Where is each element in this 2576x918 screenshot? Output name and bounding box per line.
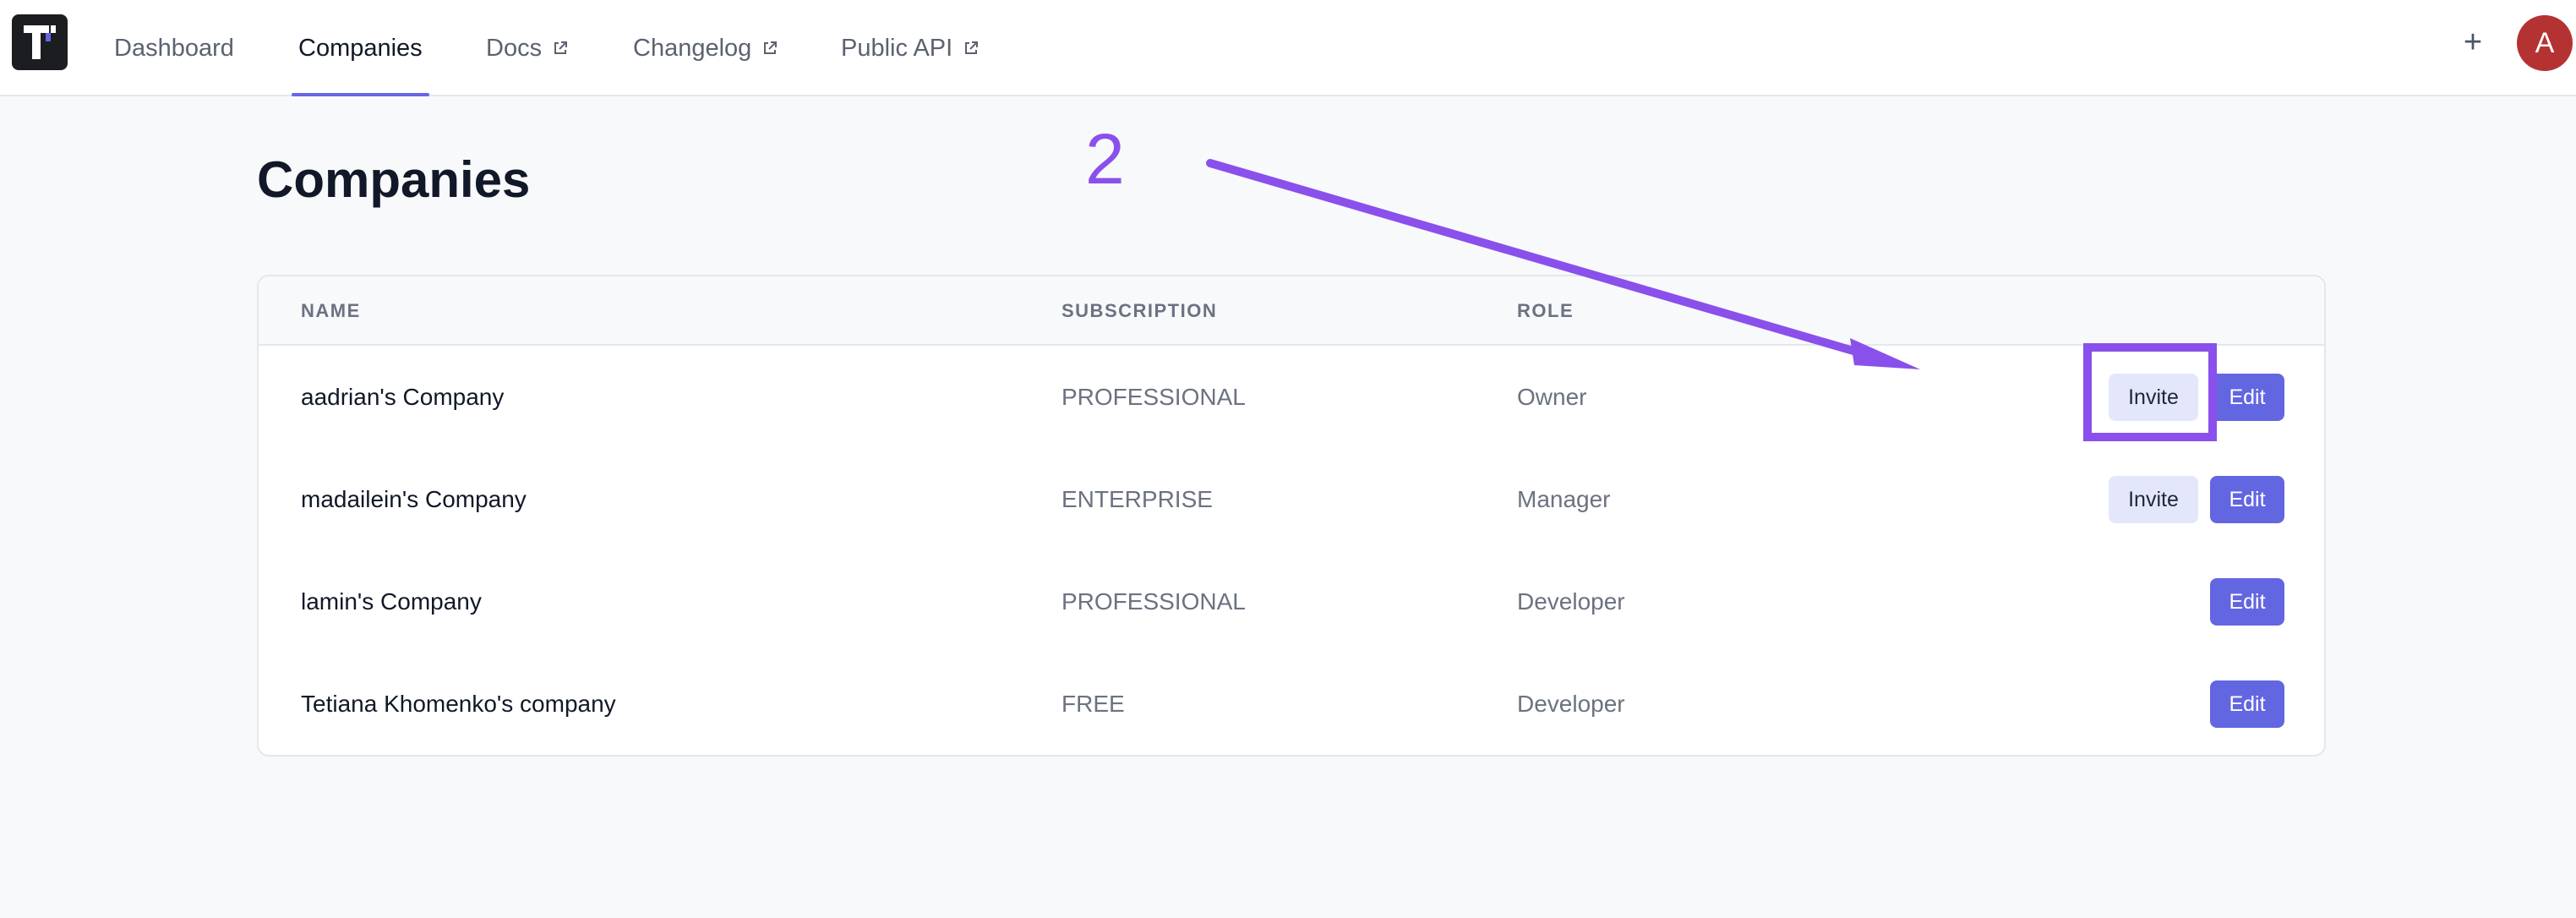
role-value: Developer bbox=[1517, 690, 1625, 717]
page-title: Companies bbox=[257, 151, 531, 208]
nav-dashboard-label: Dashboard bbox=[114, 34, 234, 62]
nav-docs[interactable]: Docs bbox=[486, 0, 569, 96]
role-value: Manager bbox=[1517, 485, 1611, 512]
table-row: aadrian's Company PROFESSIONAL Owner Inv… bbox=[259, 346, 2324, 448]
role-value: Developer bbox=[1517, 587, 1625, 615]
avatar-initial: A bbox=[2535, 26, 2555, 59]
company-name: Tetiana Khomenko's company bbox=[301, 690, 616, 717]
nav-companies[interactable]: Companies bbox=[292, 0, 429, 96]
app-logo[interactable] bbox=[12, 14, 68, 70]
nav-docs-label: Docs bbox=[486, 34, 543, 62]
user-avatar[interactable]: A bbox=[2517, 15, 2573, 71]
top-navigation-bar: Dashboard Companies Docs Changelog Publi… bbox=[0, 0, 2576, 96]
active-tab-indicator bbox=[292, 93, 429, 96]
plus-icon: + bbox=[2463, 24, 2483, 60]
edit-button[interactable]: Edit bbox=[2210, 374, 2284, 421]
company-name: madailein's Company bbox=[301, 485, 527, 512]
invite-button[interactable]: Invite bbox=[2109, 374, 2198, 421]
nav-changelog-label: Changelog bbox=[633, 34, 752, 62]
column-header-role: ROLE bbox=[1517, 300, 1575, 321]
table-header: NAME SUBSCRIPTION ROLE bbox=[259, 276, 2324, 346]
column-header-name: NAME bbox=[301, 300, 361, 321]
nav-companies-label: Companies bbox=[298, 34, 423, 62]
role-value: Owner bbox=[1517, 383, 1587, 410]
table-row: lamin's Company PROFESSIONAL Developer E… bbox=[259, 550, 2324, 653]
subscription-value: FREE bbox=[1062, 690, 1125, 717]
create-plus-button[interactable]: + bbox=[2456, 24, 2490, 61]
table-row: madailein's Company ENTERPRISE Manager I… bbox=[259, 448, 2324, 550]
logo-icon bbox=[24, 25, 56, 59]
subscription-value: PROFESSIONAL bbox=[1062, 587, 1246, 615]
nav-changelog[interactable]: Changelog bbox=[633, 0, 778, 96]
company-name: lamin's Company bbox=[301, 587, 482, 615]
nav-dashboard[interactable]: Dashboard bbox=[114, 0, 234, 96]
nav-public-api[interactable]: Public API bbox=[841, 0, 980, 96]
invite-button[interactable]: Invite bbox=[2109, 476, 2198, 523]
subscription-value: ENTERPRISE bbox=[1062, 485, 1213, 512]
edit-button[interactable]: Edit bbox=[2210, 680, 2284, 728]
edit-button[interactable]: Edit bbox=[2210, 476, 2284, 523]
external-link-icon bbox=[963, 40, 980, 57]
edit-button[interactable]: Edit bbox=[2210, 578, 2284, 626]
annotation-step-number: 2 bbox=[1085, 119, 1125, 199]
external-link-icon bbox=[552, 40, 569, 57]
subscription-value: PROFESSIONAL bbox=[1062, 383, 1246, 410]
external-link-icon bbox=[761, 40, 778, 57]
companies-table: NAME SUBSCRIPTION ROLE aadrian's Company… bbox=[257, 275, 2326, 757]
nav-public-api-label: Public API bbox=[841, 34, 953, 62]
column-header-subscription: SUBSCRIPTION bbox=[1062, 300, 1218, 321]
company-name: aadrian's Company bbox=[301, 383, 505, 410]
table-row: Tetiana Khomenko's company FREE Develope… bbox=[259, 653, 2324, 755]
